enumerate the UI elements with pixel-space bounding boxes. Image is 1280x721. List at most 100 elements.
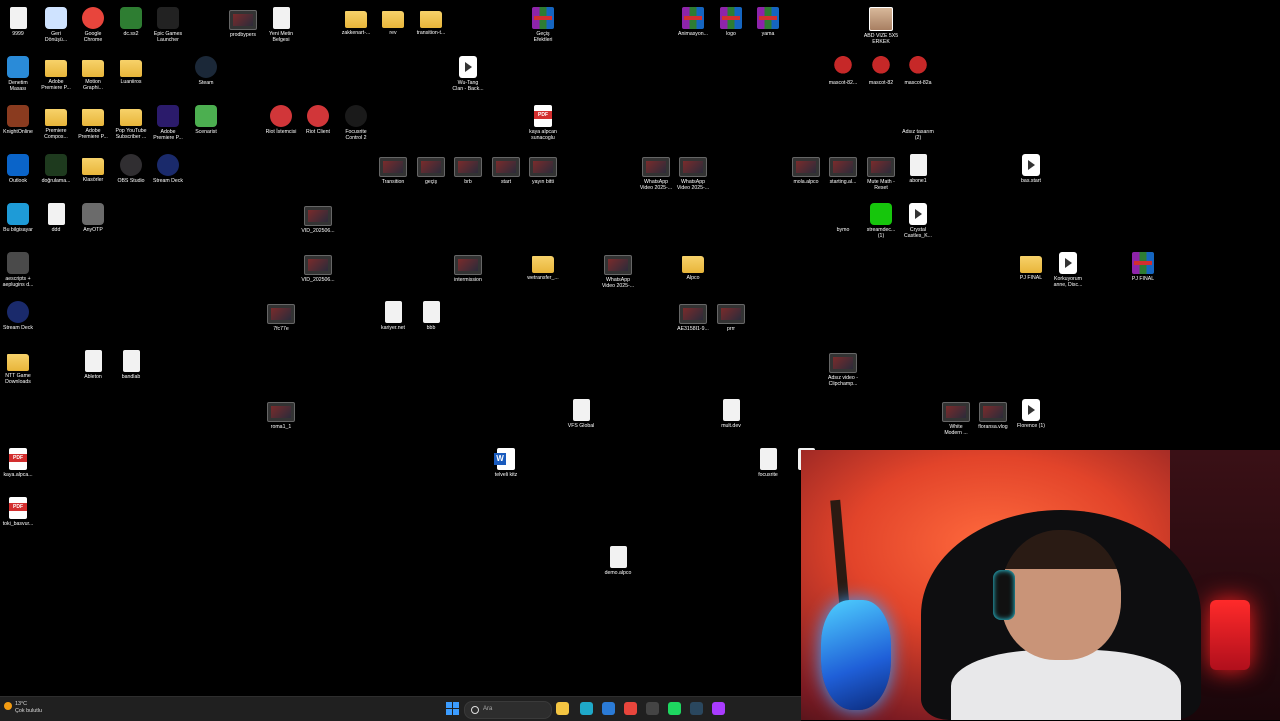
webcam-red-lamp <box>1210 600 1250 670</box>
app-icon <box>7 252 29 274</box>
desktop-icon-adsizvideo[interactable]: Adsız video - Clipchamp... <box>819 346 867 388</box>
file-icon <box>384 301 402 323</box>
desktop-icon-label: Adsız video - Clipchamp... <box>828 375 858 388</box>
app-icon <box>157 7 179 29</box>
desktop-icon-focusrite[interactable]: Focusrite Control 2 <box>332 101 380 142</box>
file-icon <box>272 7 290 29</box>
desktop-icon-luaniiros[interactable]: Luaniiros <box>107 52 155 85</box>
desktop-icon-streamdeck[interactable]: Stream Deck <box>144 150 192 184</box>
desktop-icon-nttgame[interactable]: NTT Game Downloads <box>0 346 42 386</box>
desktop-icon-label: Focusrite Control 2 <box>345 129 367 142</box>
adobe-icon[interactable] <box>712 702 725 715</box>
desktop-icon-label: VID_202506... <box>301 277 335 283</box>
desktop-icon-telveli[interactable]: telveli kitz <box>482 444 530 478</box>
desktop-icon-intermission[interactable]: intermission <box>444 248 492 283</box>
desktop-icon-label: Florence (1) <box>1017 423 1045 429</box>
desktop-icon-scenarist[interactable]: Scenarist <box>182 101 230 135</box>
desktop-icon-demoalpco[interactable]: demo.alpco <box>594 542 642 576</box>
desktop-icon-mascot3[interactable]: mascot-82a <box>894 52 942 86</box>
desktop-icon-label: Steam <box>198 80 214 86</box>
chrome-icon[interactable] <box>624 702 637 715</box>
desktop-icon-roma1[interactable]: roma1_1 <box>257 395 305 430</box>
desktop-icon-yayinbitti[interactable]: yayın bitti <box>519 150 567 185</box>
steam-icon[interactable] <box>690 702 703 715</box>
desktop-icon-label: mascot-82a <box>904 80 932 86</box>
desktop-icon-wutang[interactable]: Wu-Tang Clan - Back... <box>444 52 492 93</box>
file-icon <box>47 203 65 225</box>
desktop-icon-label: Epic Games Launcher <box>153 31 183 44</box>
desktop-icon-streamdeck2[interactable]: Stream Deck <box>0 297 42 331</box>
file-icon <box>609 546 627 568</box>
desktop-icon-korkuyorum[interactable]: Korkuyorum anne, Disc... <box>1044 248 1092 289</box>
file-icon <box>722 399 740 421</box>
obs-icon[interactable] <box>646 702 659 715</box>
file-icon <box>84 350 102 372</box>
desktop-icon-label: ABD VIZE 5X5 ERKEK <box>863 33 899 46</box>
desktop-icon-wetransfer[interactable]: wetransfer_... <box>519 248 567 281</box>
desktop-icon-yenimetin[interactable]: Yeni Metin Belgesi <box>257 3 305 44</box>
file-manager-icon[interactable] <box>556 702 569 715</box>
desktop-icon-kayaalpcan[interactable]: kaya alpcan sunacoglu <box>519 101 567 142</box>
store-icon[interactable] <box>602 702 615 715</box>
edge-icon[interactable] <box>580 702 593 715</box>
weather-widget[interactable]: 13°C Çok bulutlu <box>4 701 42 714</box>
desktop-icon-anyotp[interactable]: AnyOTP <box>69 199 117 233</box>
desktop-icon-label: bandlab <box>121 374 141 380</box>
desktop-icon-tokibasvur[interactable]: toki_basvur... <box>0 493 42 527</box>
round-icon <box>270 105 292 127</box>
desktop-icon-adsiz2[interactable]: Adsız tasarım (2) <box>894 101 942 142</box>
weather-desc: Çok bulutlu <box>15 707 42 714</box>
folder-icon <box>420 11 442 28</box>
desktop-icon-whatsapp2[interactable]: WhatsApp Video 2025-... <box>669 150 717 192</box>
desktop-icon-label: intermission <box>454 277 482 283</box>
video-icon <box>304 255 332 275</box>
folder-icon <box>120 60 142 77</box>
desktop-icon-florence[interactable]: Florence (1) <box>1007 395 1055 429</box>
desktop-icon-gecis-efekt[interactable]: Geçiş Efektleri <box>519 3 567 44</box>
desktop-icon-basstart[interactable]: bas.start <box>1007 150 1055 184</box>
spotify-icon[interactable] <box>668 702 681 715</box>
desktop-icon-bandlab[interactable]: bandlab <box>107 346 155 380</box>
desktop-icon-7fc77e[interactable]: 7fc77e <box>257 297 305 332</box>
desktop-icon-pjfinal2[interactable]: PJ FINAL <box>1119 248 1167 282</box>
desktop-icon-abdvize[interactable]: ABD VIZE 5X5 ERKEK <box>857 3 905 46</box>
desktop-icon-label: aescripts + aeplugins d... <box>2 276 34 289</box>
desktop-icon-bbb[interactable]: bbb <box>407 297 455 331</box>
desktop-icon-prrr[interactable]: prrr <box>707 297 755 332</box>
desktop-icon-vid1[interactable]: VID_202506... <box>294 199 342 234</box>
video-icon <box>642 157 670 177</box>
video-icon <box>604 255 632 275</box>
desktop-icon-epic[interactable]: Epic Games Launcher <box>144 3 192 44</box>
start-button[interactable] <box>446 702 459 715</box>
desktop-icon-label: demo.alpco <box>604 570 632 576</box>
webcam-guitar-neck <box>830 499 850 611</box>
folder-icon <box>7 354 29 371</box>
app-icon <box>870 203 892 225</box>
desktop-icon-crystal[interactable]: Crystal Castles_K... <box>894 199 942 240</box>
video-icon <box>679 304 707 324</box>
desktop-icon-label: 7fc77e <box>273 326 289 332</box>
desktop-icon-label: Yeni Metin Belgesi <box>268 31 294 44</box>
search-box[interactable]: Ara <box>464 701 552 719</box>
desktop-icon-label: VID_202506... <box>301 228 335 234</box>
desktop-icon-aescripts[interactable]: aescripts + aeplugins d... <box>0 248 42 289</box>
desktop-icon-yama[interactable]: yama <box>744 3 792 37</box>
desktop-icon-alpco[interactable]: Alpco <box>669 248 717 281</box>
app-icon <box>120 7 142 29</box>
app-icon <box>195 105 217 127</box>
desktop-icon-kayaalpca[interactable]: kaya.alpca... <box>0 444 42 478</box>
desktop-icon-multdev[interactable]: mult.dev <box>707 395 755 429</box>
desktop-icon-vid2[interactable]: VID_202506... <box>294 248 342 283</box>
desktop-icon-steam[interactable]: Steam <box>182 52 230 86</box>
rar-icon <box>757 7 779 29</box>
video-icon <box>454 255 482 275</box>
desktop-icon-whatsapp3[interactable]: WhatsApp Video 2025-... <box>594 248 642 290</box>
desktop-icon-abone1[interactable]: abone1 <box>894 150 942 184</box>
rar-icon <box>720 7 742 29</box>
media-icon <box>1022 399 1040 421</box>
desktop-icon-label: Crystal Castles_K... <box>904 227 932 240</box>
desktop-icon-transitiont[interactable]: transition-t... <box>407 3 455 36</box>
desktop-icon-vfsglobal[interactable]: VFS Global <box>557 395 605 429</box>
folder-icon <box>45 60 67 77</box>
webcam-headset <box>993 570 1015 620</box>
